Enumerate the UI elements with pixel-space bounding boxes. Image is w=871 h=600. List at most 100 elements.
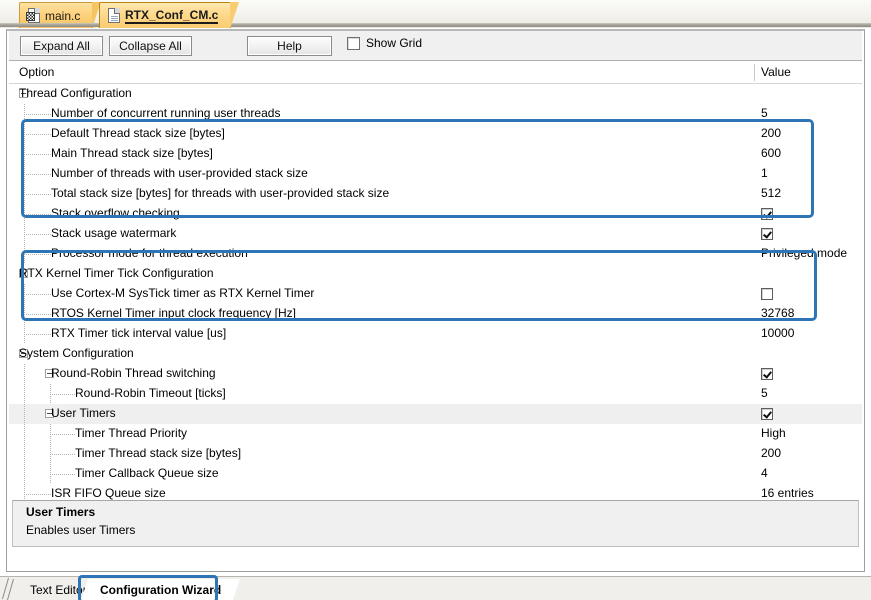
tree-row-label: Number of concurrent running user thread… bbox=[51, 106, 280, 120]
tree-row-label: Stack overflow checking bbox=[51, 206, 180, 220]
tree-guide-line bbox=[24, 334, 51, 335]
expand-all-button[interactable]: Expand All bbox=[20, 36, 103, 56]
tree-guide-line bbox=[24, 424, 25, 444]
tree-row[interactable]: Round-Robin Timeout [ticks] 5 bbox=[9, 384, 862, 404]
tree-row-label: Number of threads with user-provided sta… bbox=[51, 166, 308, 180]
tree-column-header: Option Value bbox=[9, 62, 862, 84]
tree-row[interactable]: Round-Robin Thread switching bbox=[9, 364, 862, 384]
tree-row-value[interactable]: 200 bbox=[761, 126, 781, 140]
editor-tab-strip: main.c RTX_Conf_CM.c bbox=[0, 0, 871, 28]
tree-row-label: Stack usage watermark bbox=[51, 226, 176, 240]
description-pane: User Timers Enables user Timers bbox=[12, 500, 859, 547]
tree-row-label: Main Thread stack size [bytes] bbox=[51, 146, 213, 160]
tree-row[interactable]: System Configuration bbox=[9, 344, 862, 364]
row-value-checkbox[interactable] bbox=[761, 228, 773, 240]
wizard-toolbar: Expand All Collapse All Help Show Grid bbox=[9, 31, 862, 61]
tree-row[interactable]: Default Thread stack size [bytes] 200 bbox=[9, 124, 862, 144]
tree-row-label: Total stack size [bytes] for threads wit… bbox=[51, 186, 389, 200]
tree-guide-line bbox=[24, 314, 51, 315]
tab-label: Text Editor bbox=[30, 583, 87, 597]
column-header-value: Value bbox=[761, 65, 791, 79]
tree-row-value[interactable]: Privileged mode bbox=[761, 246, 847, 260]
tree-row[interactable]: RTX Timer tick interval value [us] 10000 bbox=[9, 324, 862, 344]
tree-row-value[interactable]: 4 bbox=[761, 466, 768, 480]
tree-row[interactable]: Timer Thread stack size [bytes]200 bbox=[9, 444, 862, 464]
tree-row[interactable]: Main Thread stack size [bytes] 600 bbox=[9, 144, 862, 164]
tree-guide-line bbox=[24, 174, 51, 175]
tree-row-label: System Configuration bbox=[19, 346, 134, 360]
tree-row-label: Processor mode for thread execution bbox=[51, 246, 248, 260]
tree-row-label: Use Cortex-M SysTick timer as RTX Kernel… bbox=[51, 286, 314, 300]
tree-row-label: RTX Kernel Timer Tick Configuration bbox=[19, 266, 214, 280]
tree-row-value[interactable]: 5 bbox=[761, 386, 768, 400]
editor-tab-rtx-conf-cm-c[interactable]: RTX_Conf_CM.c bbox=[99, 2, 231, 28]
collapse-all-button[interactable]: Collapse All bbox=[109, 36, 192, 56]
options-tree: Thread Configuration Number of concurrent… bbox=[9, 84, 862, 510]
tree-row-value[interactable]: 200 bbox=[761, 446, 781, 460]
row-selection-background bbox=[64, 404, 759, 424]
tree-row-value[interactable]: 5 bbox=[761, 106, 768, 120]
tree-row-value[interactable]: 10000 bbox=[761, 326, 794, 340]
tree-row-label: Round-Robin Timeout [ticks] bbox=[75, 386, 226, 400]
tree-row[interactable]: Stack overflow checking bbox=[9, 204, 862, 224]
tree-guide-line bbox=[24, 134, 51, 135]
row-value-checkbox[interactable] bbox=[761, 288, 773, 300]
show-grid-checkbox[interactable]: Show Grid bbox=[347, 36, 422, 50]
tree-row[interactable]: Processor mode for thread execution Privi… bbox=[9, 244, 862, 264]
tree-row[interactable]: Number of concurrent running user thread… bbox=[9, 104, 862, 124]
tree-row-value[interactable]: 600 bbox=[761, 146, 781, 160]
tree-row[interactable]: User Timers bbox=[9, 404, 862, 424]
tree-guide-line bbox=[24, 364, 25, 384]
tree-guide-line bbox=[50, 454, 75, 455]
tree-row-label: RTX Timer tick interval value [us] bbox=[51, 326, 226, 340]
tree-guide-line bbox=[24, 234, 51, 235]
wizard-client-inner: Expand All Collapse All Help Show Grid O… bbox=[9, 31, 862, 571]
tree-row[interactable]: Thread Configuration bbox=[9, 84, 862, 104]
description-title: User Timers bbox=[26, 505, 95, 519]
tree-row-label: User Timers bbox=[51, 406, 116, 420]
editor-tab-label: RTX_Conf_CM.c bbox=[125, 8, 218, 24]
show-grid-label: Show Grid bbox=[366, 36, 422, 50]
tree-row[interactable]: Total stack size [bytes] for threads wit… bbox=[9, 184, 862, 204]
column-separator[interactable] bbox=[754, 64, 755, 81]
tree-row-label: Default Thread stack size [bytes] bbox=[51, 126, 225, 140]
configuration-wizard-window: main.c RTX_Conf_CM.c Expand All Collapse… bbox=[0, 0, 871, 600]
tree-row[interactable]: Timer Thread PriorityHigh bbox=[9, 424, 862, 444]
editor-tab-label: main.c bbox=[45, 9, 80, 23]
tree-row[interactable]: Timer Callback Queue size4 bbox=[9, 464, 862, 484]
tree-row-value[interactable]: 512 bbox=[761, 186, 781, 200]
tree-guide-line bbox=[24, 114, 51, 115]
tree-guide-line bbox=[24, 494, 51, 495]
tree-row[interactable]: Number of threads with user-provided sta… bbox=[9, 164, 862, 184]
tree-row-label: RTOS Kernel Timer input clock frequency … bbox=[51, 306, 296, 320]
description-text: Enables user Timers bbox=[26, 523, 135, 537]
tree-guide-line bbox=[50, 434, 75, 435]
tree-row-label: Round-Robin Thread switching bbox=[51, 366, 216, 380]
row-value-checkbox[interactable] bbox=[761, 408, 773, 420]
c-file-icon bbox=[108, 8, 120, 23]
tree-guide-line bbox=[24, 154, 51, 155]
tree-row[interactable]: RTX Kernel Timer Tick Configuration bbox=[9, 264, 862, 284]
tree-row-value[interactable]: High bbox=[761, 426, 786, 440]
tree-guide-line bbox=[24, 464, 25, 484]
tree-guide-line bbox=[24, 404, 25, 424]
tree-guide-line bbox=[24, 444, 25, 464]
tree-row[interactable]: Use Cortex-M SysTick timer as RTX Kernel… bbox=[9, 284, 862, 304]
tree-guide-line bbox=[24, 254, 51, 255]
c-file-icon bbox=[28, 8, 40, 23]
tree-guide-line bbox=[24, 194, 51, 195]
tree-row-value[interactable]: 1 bbox=[761, 166, 768, 180]
tree-row-value[interactable]: 32768 bbox=[761, 306, 794, 320]
tree-row[interactable]: Stack usage watermark bbox=[9, 224, 862, 244]
row-value-checkbox[interactable] bbox=[761, 208, 773, 220]
tree-guide-line bbox=[50, 474, 75, 475]
tree-row[interactable]: RTOS Kernel Timer input clock frequency … bbox=[9, 304, 862, 324]
tab-configuration-wizard[interactable]: Configuration Wizard bbox=[88, 579, 233, 600]
help-button[interactable]: Help bbox=[247, 36, 332, 56]
row-value-checkbox[interactable] bbox=[761, 368, 773, 380]
tab-label: Configuration Wizard bbox=[100, 583, 221, 597]
checkbox-icon[interactable] bbox=[347, 37, 360, 50]
tree-row-value[interactable]: 16 entries bbox=[761, 486, 814, 500]
view-tab-bar: Text Editor Configuration Wizard bbox=[0, 576, 871, 600]
column-header-option: Option bbox=[19, 65, 54, 79]
